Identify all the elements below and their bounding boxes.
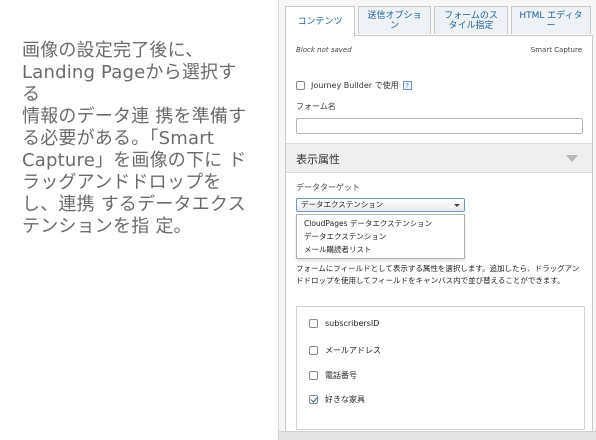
instruction-text: 画像の設定完了後に、 Landing Pageから選択する 情報のデータ連 携を… (22, 40, 247, 237)
display-attributes-header[interactable]: 表示属性 (286, 143, 592, 173)
data-target-selected: データエクステンション (301, 200, 384, 209)
data-target-select[interactable]: データエクステンション (296, 198, 465, 212)
list-item[interactable]: メールアドレス (309, 345, 381, 356)
list-item[interactable]: subscribersID (309, 319, 379, 328)
tab-content-pane: Block not saved Smart Capture Journey Bu… (285, 35, 593, 440)
attributes-description: フォームにフィールドとして表示する属性を選択します。追加したら、ドラッグアンドド… (296, 264, 580, 285)
block-status: Block not saved (296, 46, 352, 54)
data-target-dropdown: CloudPages データエクステンション データエクステンション メール購読… (296, 214, 465, 259)
help-icon[interactable]: ? (402, 81, 412, 90)
field-label: メールアドレス (325, 346, 381, 355)
tab-html-editor[interactable]: HTML エディター (511, 6, 591, 34)
section-title: 表示属性 (296, 153, 340, 166)
field-list: subscribersID メールアドレス 電話番号 好きな家具 (296, 306, 585, 430)
dropdown-option[interactable]: データエクステンション (297, 230, 464, 243)
tab-send-options[interactable]: 送信オプショ ン (358, 6, 431, 34)
journey-builder-label: Journey Builder で使用 (311, 81, 399, 90)
tab-bar: コンテンツ 送信オプショ ン フォームのス タイル指定 HTML エディター (285, 6, 596, 37)
list-item[interactable]: 電話番号 (309, 370, 357, 381)
data-target-label: データターゲット (296, 183, 360, 192)
collapse-caret-icon[interactable] (566, 155, 578, 162)
field-checkbox[interactable] (309, 319, 318, 328)
field-label: 好きな家具 (325, 395, 365, 404)
list-item[interactable]: 好きな家具 (309, 394, 365, 405)
panel-footer (279, 431, 596, 440)
field-checkbox[interactable] (309, 371, 318, 380)
form-name-input[interactable] (296, 118, 583, 134)
field-checkbox-checked[interactable] (309, 395, 318, 404)
field-label: 電話番号 (325, 371, 357, 380)
smart-capture-panel: コンテンツ 送信オプショ ン フォームのス タイル指定 HTML エディター B… (278, 0, 596, 440)
dropdown-option[interactable]: メール購読者リスト (297, 243, 464, 256)
journey-builder-row: Journey Builder で使用 ? (296, 80, 412, 91)
block-type: Smart Capture (530, 46, 582, 54)
field-label: subscribersID (325, 319, 380, 328)
tab-content[interactable]: コンテンツ (285, 6, 355, 37)
field-checkbox[interactable] (309, 346, 318, 355)
form-name-label: フォーム名 (296, 102, 336, 111)
journey-builder-checkbox[interactable] (296, 81, 305, 90)
dropdown-option[interactable]: CloudPages データエクステンション (297, 217, 464, 230)
chevron-down-icon (454, 204, 460, 207)
tab-form-style[interactable]: フォームのス タイル指定 (434, 6, 508, 34)
